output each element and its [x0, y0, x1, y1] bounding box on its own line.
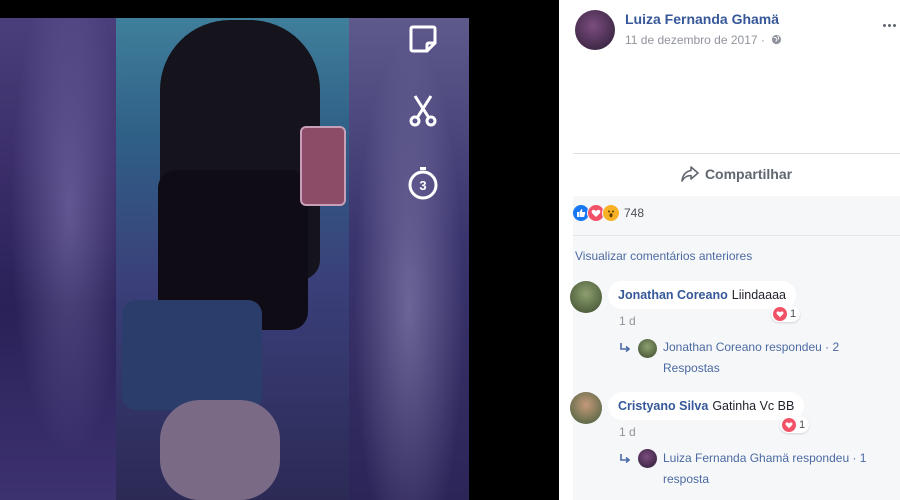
comment-text: Gatinha Vc BB — [712, 399, 795, 413]
figure-legs — [160, 400, 280, 500]
comment-text: Liindaaaa — [731, 288, 786, 302]
wow-reaction-icon — [602, 204, 620, 222]
more-options-icon[interactable] — [878, 18, 900, 32]
comment-like-count[interactable]: 1 — [780, 417, 810, 433]
reply-arrow-icon — [620, 454, 631, 464]
globe-icon — [771, 34, 782, 45]
comment-author[interactable]: Jonathan Coreano — [618, 288, 728, 302]
photo-blur-left — [0, 18, 116, 500]
comment-bubble: Cristyano Silva Gatinha Vc BB — [608, 392, 805, 420]
comment-like-value: 1 — [790, 308, 797, 320]
share-label: Compartilhar — [704, 166, 793, 182]
heart-icon — [773, 307, 787, 321]
reply-avatar — [638, 339, 657, 358]
post-panel: Luiza Fernanda Ghamä 11 de dezembro de 2… — [559, 0, 900, 500]
comment-bubble: Jonathan Coreano Liindaaaa — [608, 281, 796, 309]
phone — [300, 126, 346, 206]
post-date[interactable]: 11 de dezembro de 2017 · — [625, 33, 765, 47]
reply-avatar — [638, 449, 657, 468]
photo-blur-right — [349, 18, 469, 500]
comment-time[interactable]: 1 d — [619, 314, 636, 328]
view-replies-link[interactable]: Luiza Fernanda Ghamä respondeu · 1 respo… — [663, 448, 883, 490]
divider — [573, 235, 900, 236]
avatar[interactable] — [575, 10, 615, 50]
timer-icon: 3 — [406, 166, 440, 200]
scissors-icon — [406, 94, 440, 128]
heart-icon — [782, 418, 796, 432]
sticker-icon — [406, 22, 440, 56]
timer-value: 3 — [419, 178, 426, 193]
figure-shorts — [122, 300, 262, 410]
view-previous-comments-link[interactable]: Visualizar comentários anteriores — [575, 249, 752, 263]
comment-avatar[interactable] — [570, 392, 602, 424]
reactions-summary[interactable]: 748 — [572, 204, 644, 222]
post-header: Luiza Fernanda Ghamä 11 de dezembro de 2… — [574, 8, 900, 52]
comment-like-value: 1 — [799, 419, 806, 431]
share-button[interactable]: Compartilhar — [573, 154, 900, 194]
comment-time[interactable]: 1 d — [619, 425, 636, 439]
post-author[interactable]: Luiza Fernanda Ghamä — [625, 11, 779, 27]
share-icon — [681, 166, 699, 182]
comment-avatar[interactable] — [570, 281, 602, 313]
comment-like-count[interactable]: 1 — [771, 306, 801, 322]
post-photo[interactable]: 3 — [0, 0, 559, 500]
view-replies-link[interactable]: Jonathan Coreano respondeu · 2 Respostas — [663, 337, 883, 379]
reply-arrow-icon — [620, 343, 631, 353]
comment-author[interactable]: Cristyano Silva — [618, 399, 708, 413]
reaction-count: 748 — [624, 206, 645, 220]
